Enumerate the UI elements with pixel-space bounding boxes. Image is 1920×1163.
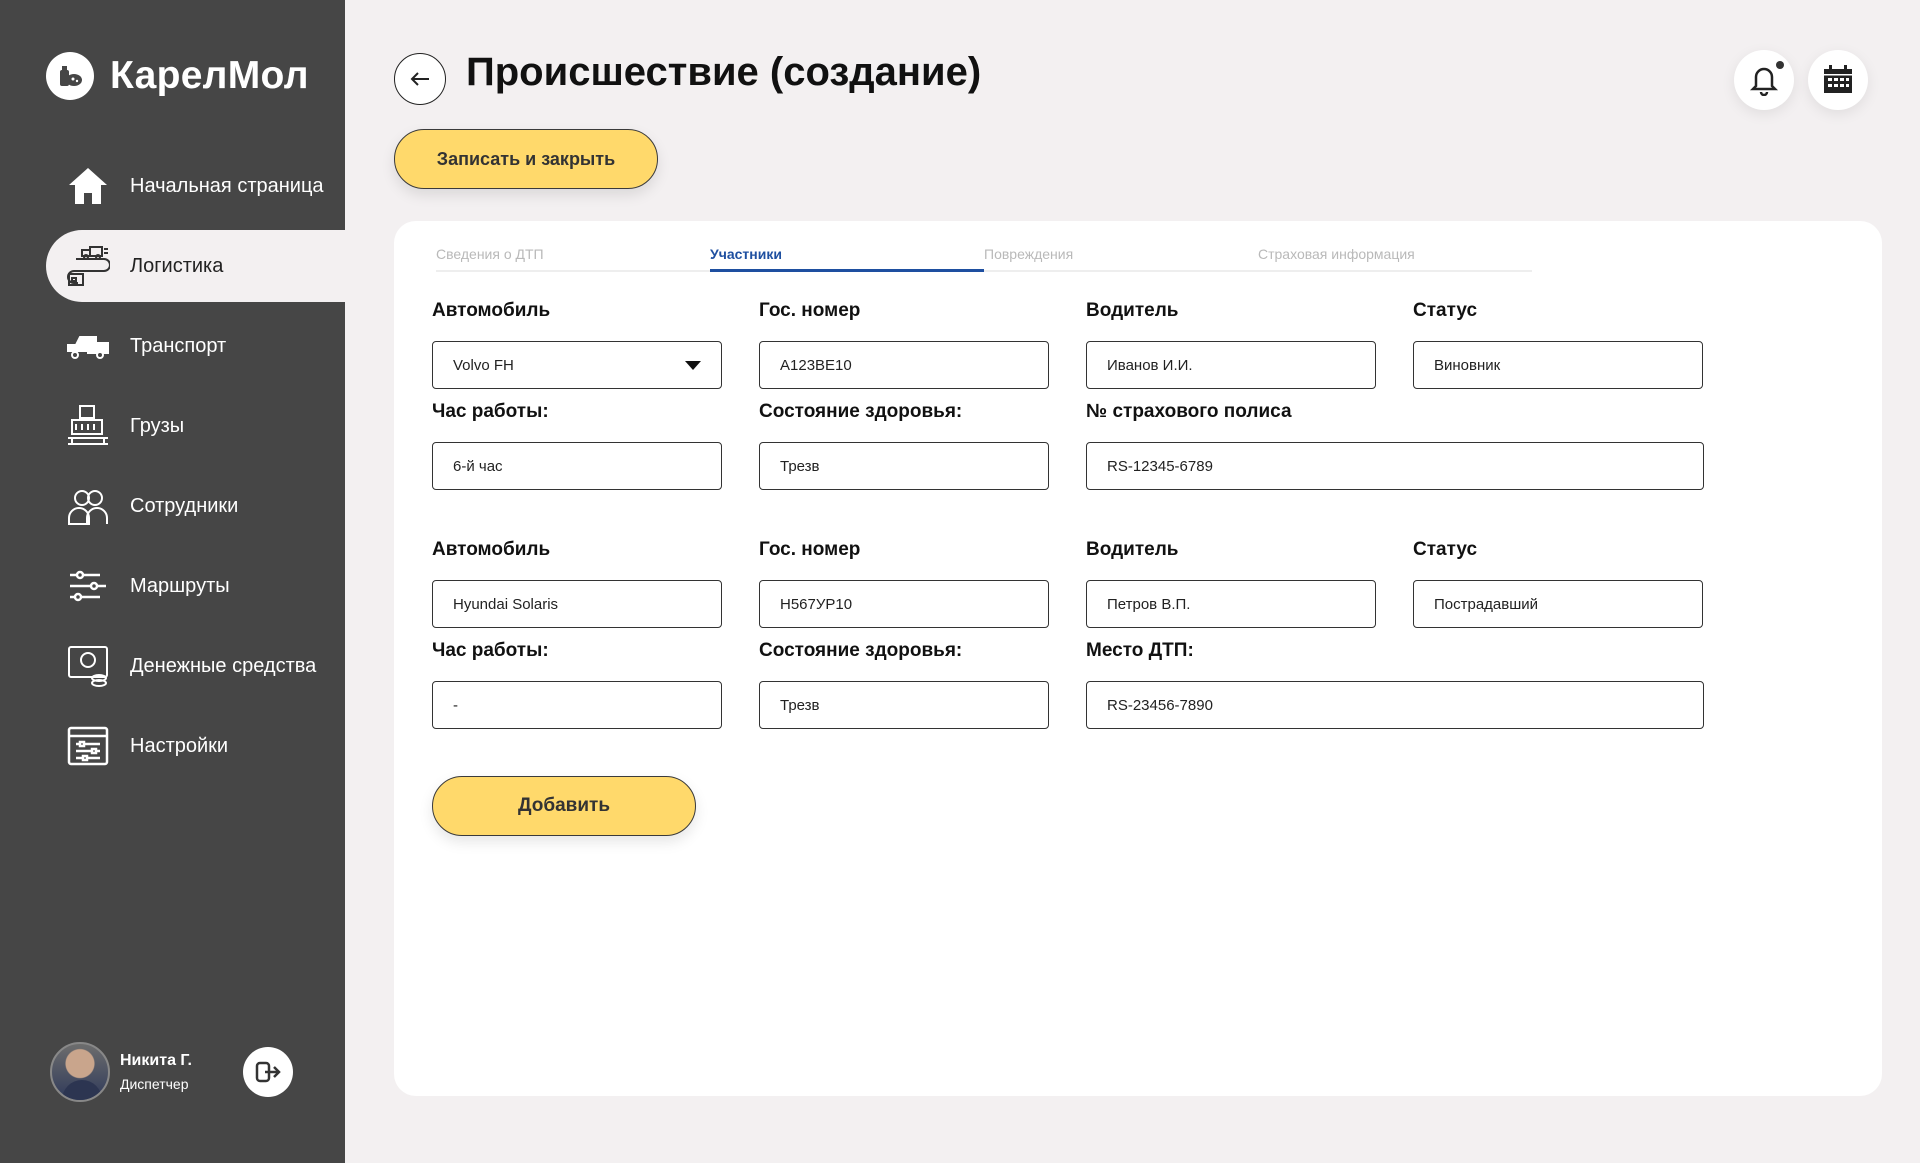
plate-value: Н567УР10 bbox=[780, 595, 853, 613]
status-field[interactable]: Виновник bbox=[1413, 341, 1703, 389]
employees-icon bbox=[66, 484, 110, 528]
transport-icon bbox=[66, 324, 110, 368]
car-value: Hyundai Solaris bbox=[453, 595, 559, 613]
logout-icon bbox=[255, 1061, 281, 1083]
hours-label: Час работы: bbox=[432, 401, 549, 422]
status-label: Статус bbox=[1413, 300, 1478, 321]
sidebar-item-logistics[interactable]: Логистика bbox=[46, 230, 345, 302]
tab-participants[interactable]: Участники bbox=[710, 244, 984, 272]
brand[interactable]: КарелМол bbox=[46, 52, 309, 100]
car-field[interactable]: Hyundai Solaris bbox=[432, 580, 722, 628]
sidebar-item-settings[interactable]: Настройки bbox=[46, 710, 345, 782]
driver-value: Петров В.П. bbox=[1107, 595, 1191, 613]
plate-field[interactable]: А123ВЕ10 bbox=[759, 341, 1049, 389]
driver-value: Иванов И.И. bbox=[1107, 356, 1193, 374]
tab-accident-info[interactable]: Сведения о ДТП bbox=[436, 244, 710, 272]
cargo-icon bbox=[66, 404, 110, 448]
page-title: Происшествие (создание) bbox=[466, 50, 982, 94]
health-value: Трезв bbox=[780, 696, 820, 714]
accident-place-value: RS-23456-7890 bbox=[1107, 696, 1213, 714]
policy-value: RS-12345-6789 bbox=[1107, 457, 1213, 475]
hours-field[interactable]: - bbox=[432, 681, 722, 729]
health-label: Состояние здоровья: bbox=[759, 401, 963, 422]
logout-button[interactable] bbox=[243, 1047, 293, 1097]
sidebar-item-employees[interactable]: Сотрудники bbox=[46, 470, 345, 542]
sidebar-item-routes[interactable]: Маршруты bbox=[46, 550, 345, 622]
driver-field[interactable]: Петров В.П. bbox=[1086, 580, 1376, 628]
sidebar-item-money[interactable]: Денежные средства bbox=[46, 630, 345, 702]
health-field[interactable]: Трезв bbox=[759, 442, 1049, 490]
sidebar-item-label: Логистика bbox=[130, 254, 224, 277]
money-icon bbox=[66, 644, 110, 688]
sidebar-item-transport[interactable]: Транспорт bbox=[46, 310, 345, 382]
notifications-button[interactable] bbox=[1734, 50, 1794, 110]
car-select-value: Volvo FH bbox=[453, 356, 514, 374]
sidebar-item-label: Денежные средства bbox=[130, 654, 317, 677]
accident-place-field[interactable]: RS-23456-7890 bbox=[1086, 681, 1704, 729]
sidebar: КарелМол Начальная страница Логистика Тр… bbox=[0, 0, 345, 1163]
logistics-icon bbox=[66, 244, 110, 288]
add-participant-button[interactable]: Добавить bbox=[432, 776, 696, 836]
arrow-left-icon bbox=[410, 72, 429, 86]
save-close-button[interactable]: Записать и закрыть bbox=[394, 129, 658, 189]
status-label: Статус bbox=[1413, 539, 1478, 560]
policy-field[interactable]: RS-12345-6789 bbox=[1086, 442, 1704, 490]
plate-label: Гос. номер bbox=[759, 300, 861, 321]
notification-dot bbox=[1776, 61, 1784, 69]
sidebar-item-cargo[interactable]: Грузы bbox=[46, 390, 345, 462]
bell-icon bbox=[1750, 67, 1778, 96]
sidebar-item-home[interactable]: Начальная страница bbox=[46, 150, 345, 222]
car-label: Автомобиль bbox=[432, 300, 551, 321]
user-name: Никита Г. bbox=[120, 1052, 192, 1069]
status-value: Виновник bbox=[1434, 356, 1501, 374]
plate-value: А123ВЕ10 bbox=[780, 356, 852, 374]
driver-label: Водитель bbox=[1086, 539, 1179, 560]
hours-field[interactable]: 6-й час bbox=[432, 442, 722, 490]
plate-label: Гос. номер bbox=[759, 539, 861, 560]
hours-value: - bbox=[453, 696, 458, 714]
avatar bbox=[50, 1042, 110, 1102]
car-select[interactable]: Volvo FH bbox=[432, 341, 722, 389]
tab-damages[interactable]: Повреждения bbox=[984, 244, 1258, 272]
user-profile[interactable]: Никита Г. Диспетчер bbox=[50, 1042, 192, 1102]
health-field[interactable]: Трезв bbox=[759, 681, 1049, 729]
sidebar-item-label: Начальная страница bbox=[130, 174, 324, 197]
accident-place-label: Место ДТП: bbox=[1086, 640, 1194, 661]
driver-field[interactable]: Иванов И.И. bbox=[1086, 341, 1376, 389]
calendar-icon bbox=[1824, 65, 1852, 93]
status-field[interactable]: Пострадавший bbox=[1413, 580, 1703, 628]
brand-logo-icon bbox=[46, 52, 94, 100]
sidebar-item-label: Настройки bbox=[130, 734, 229, 757]
hours-value: 6-й час bbox=[453, 457, 503, 475]
back-button[interactable] bbox=[394, 53, 446, 105]
driver-label: Водитель bbox=[1086, 300, 1179, 321]
brand-name: КарелМол bbox=[110, 54, 309, 97]
tabs: Сведения о ДТП Участники Повреждения Стр… bbox=[436, 244, 1532, 272]
tab-insurance[interactable]: Страховая информация bbox=[1258, 244, 1532, 272]
health-value: Трезв bbox=[780, 457, 820, 475]
sidebar-item-label: Грузы bbox=[130, 414, 185, 437]
status-value: Пострадавший bbox=[1434, 595, 1539, 613]
sidebar-item-label: Сотрудники bbox=[130, 494, 239, 517]
sidebar-item-label: Маршруты bbox=[130, 574, 230, 597]
chevron-down-icon bbox=[685, 361, 701, 370]
routes-icon bbox=[66, 564, 110, 608]
user-role: Диспетчер bbox=[120, 1076, 189, 1092]
plate-field[interactable]: Н567УР10 bbox=[759, 580, 1049, 628]
health-label: Состояние здоровья: bbox=[759, 640, 963, 661]
settings-icon bbox=[66, 724, 110, 768]
car-label: Автомобиль bbox=[432, 539, 551, 560]
policy-label: № страхового полиса bbox=[1086, 401, 1292, 422]
calendar-button[interactable] bbox=[1808, 50, 1868, 110]
hours-label: Час работы: bbox=[432, 640, 549, 661]
sidebar-item-label: Транспорт bbox=[130, 334, 227, 357]
home-icon bbox=[66, 164, 110, 208]
